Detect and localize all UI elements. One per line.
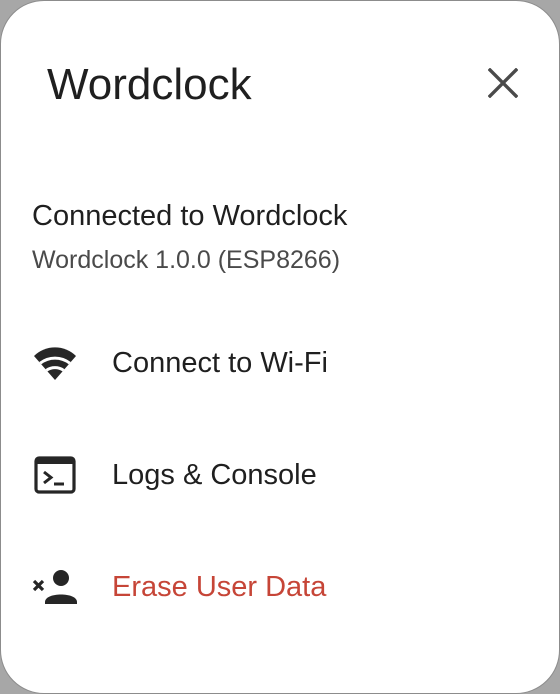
close-icon xyxy=(488,68,518,98)
menu-item-erase-user-data[interactable]: Erase User Data xyxy=(1,541,559,633)
menu-item-label: Erase User Data xyxy=(112,571,327,603)
wordclock-dialog: Wordclock Connected to Wordclock Wordclo… xyxy=(0,0,560,694)
menu-item-connect-wifi[interactable]: Connect to Wi-Fi xyxy=(1,317,559,409)
connection-status-title: Connected to Wordclock xyxy=(32,200,348,232)
menu-item-label: Connect to Wi-Fi xyxy=(112,347,328,379)
terminal-icon xyxy=(29,456,81,494)
close-button[interactable] xyxy=(477,57,529,109)
wifi-icon xyxy=(29,345,81,381)
menu-item-label: Logs & Console xyxy=(112,459,317,491)
person-remove-icon xyxy=(29,569,81,605)
menu-item-logs-console[interactable]: Logs & Console xyxy=(1,429,559,521)
device-version: Wordclock 1.0.0 (ESP8266) xyxy=(32,246,341,274)
dialog-title: Wordclock xyxy=(47,60,252,109)
